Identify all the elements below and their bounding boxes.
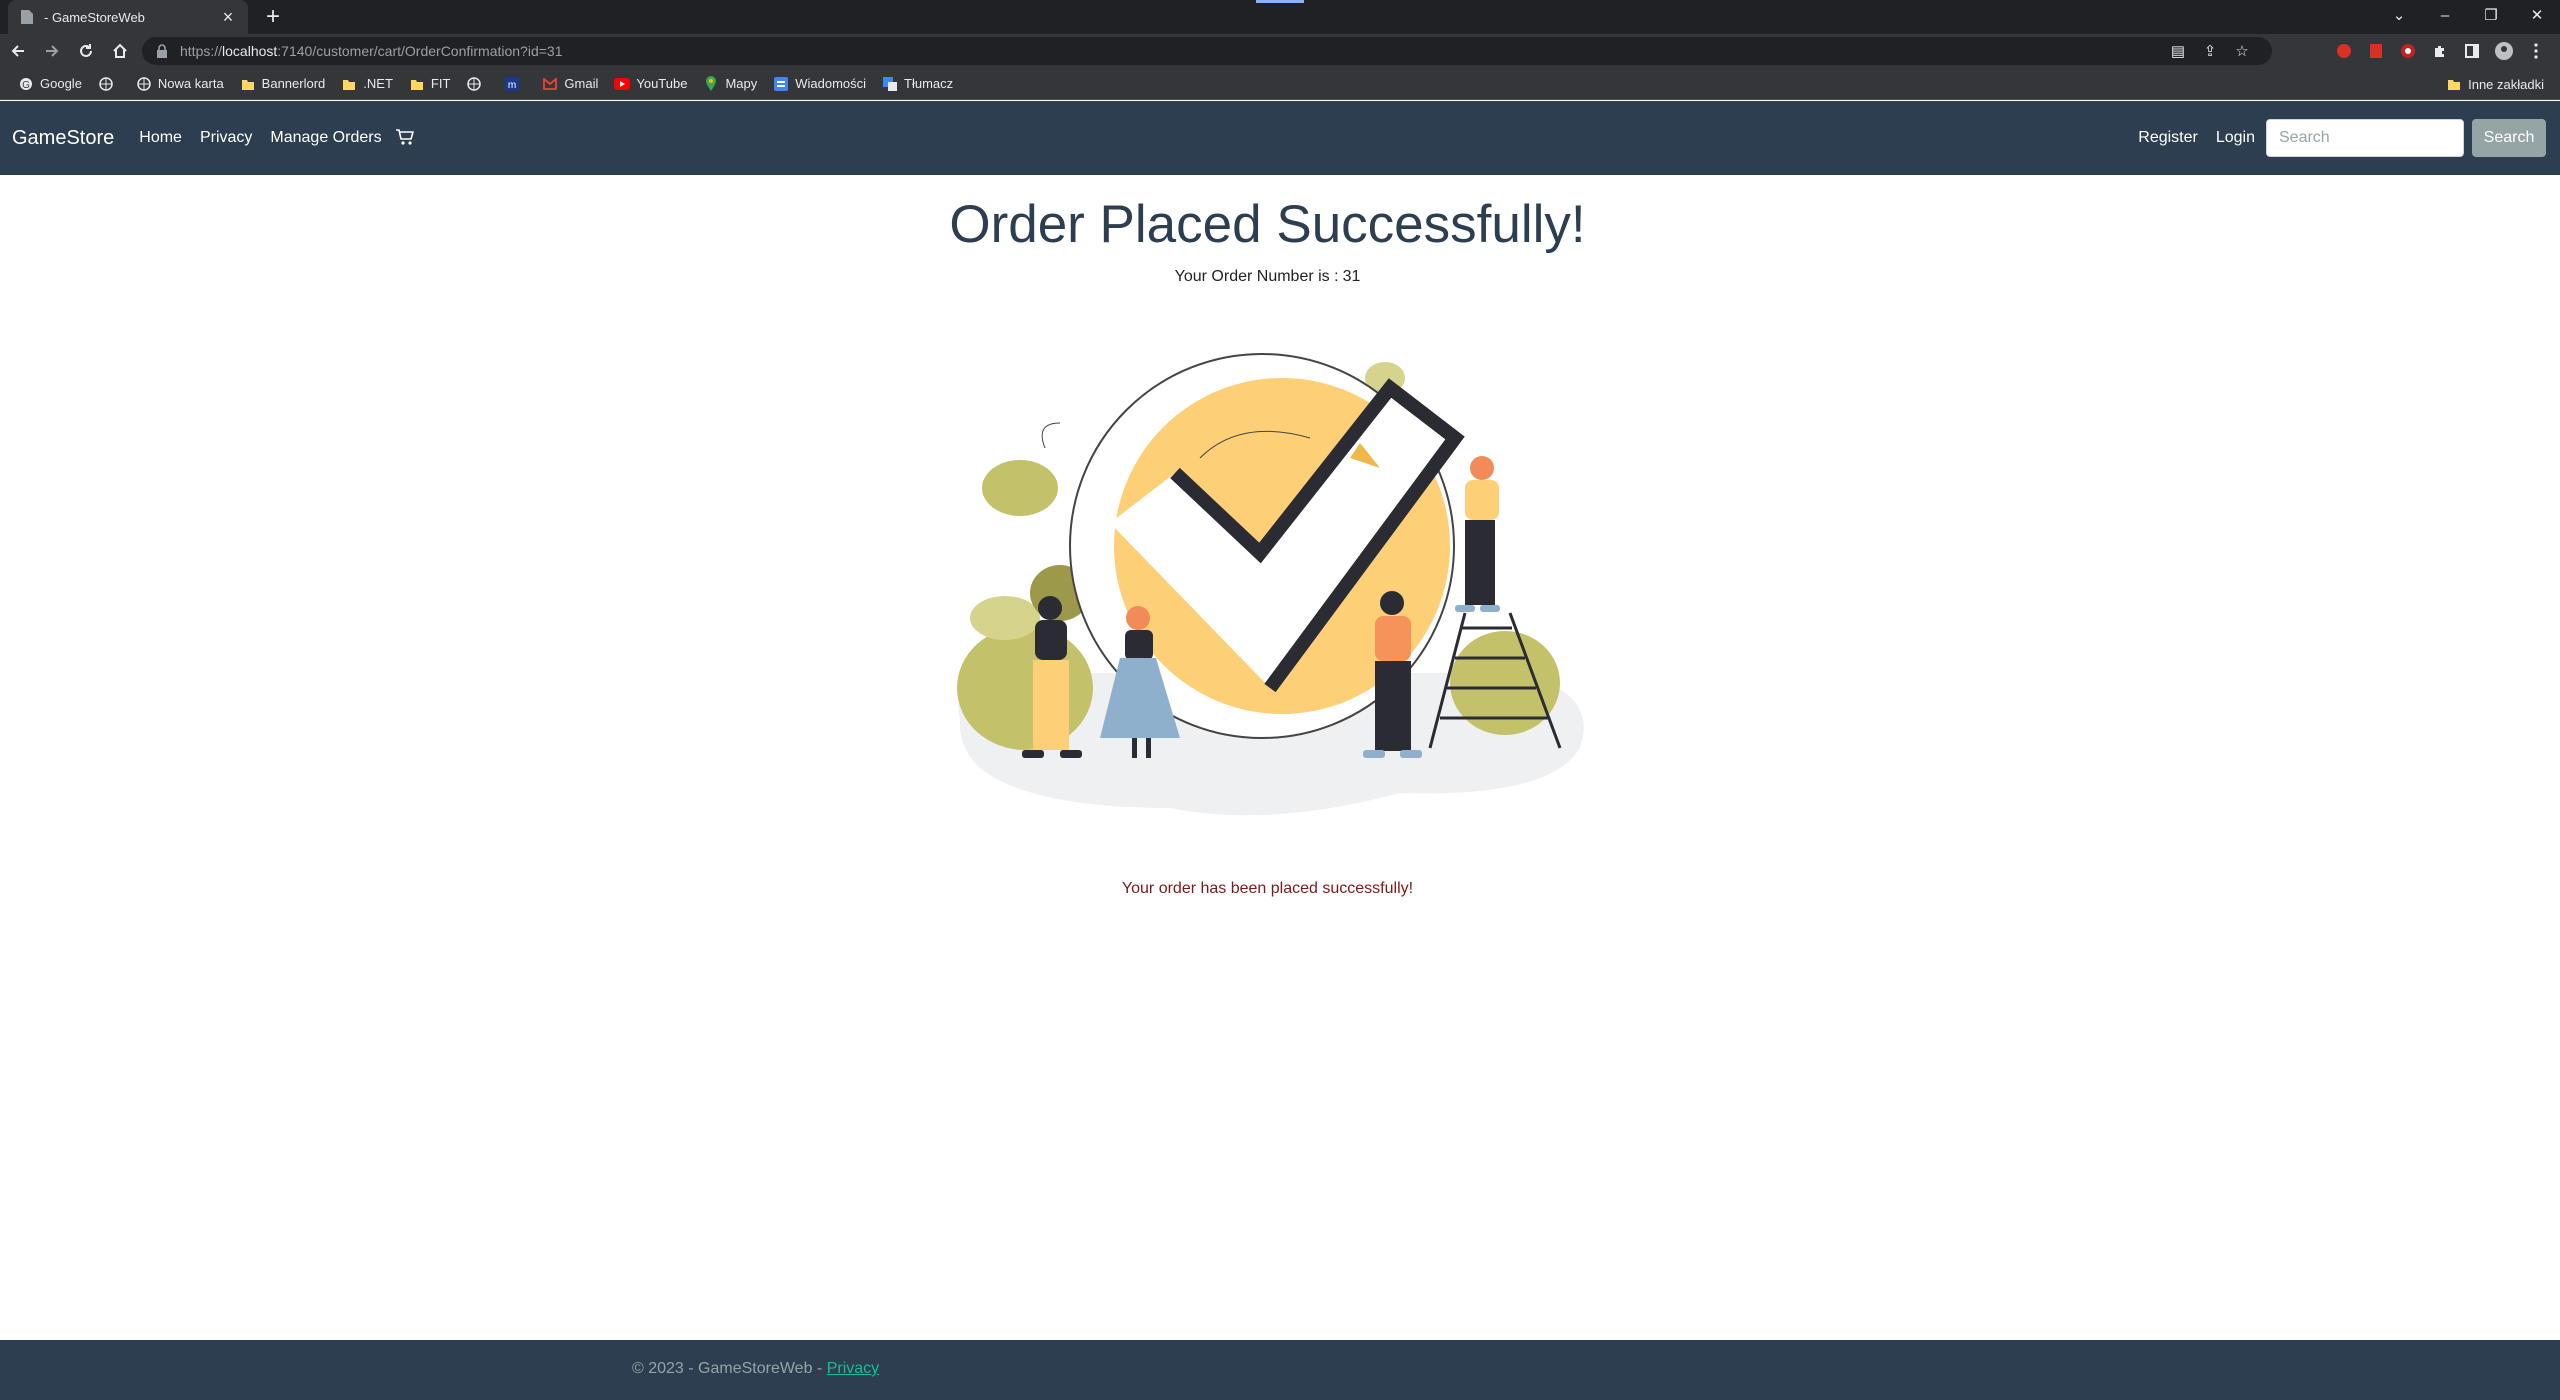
lock-icon[interactable] [156, 44, 170, 58]
tab-search-indicator [1256, 0, 1304, 3]
share-icon[interactable]: ⇪ [2194, 37, 2226, 65]
folder-icon [409, 76, 425, 92]
bookmark-globe-2[interactable] [458, 71, 496, 97]
restore-icon[interactable]: ❐ [2468, 0, 2514, 30]
close-tab-icon[interactable]: × [218, 7, 238, 28]
globe-icon [136, 76, 152, 92]
footer-copyright: © 2023 - GameStoreWeb - [632, 1360, 823, 1377]
order-number-label: Your Order Number is : [1174, 268, 1339, 285]
brand-logo[interactable]: GameStore [12, 127, 114, 150]
bookmark-globe[interactable] [90, 71, 128, 97]
profile-avatar-icon[interactable] [2488, 37, 2520, 65]
back-icon[interactable] [2, 36, 34, 66]
bookmarks-bar: G Google Nowa karta Bannerlord .NET FIT m… [0, 68, 2560, 100]
bookmark-nowa-karta[interactable]: Nowa karta [128, 71, 232, 97]
svg-text:G: G [22, 80, 30, 91]
reload-icon[interactable] [70, 36, 102, 66]
folder-icon [240, 76, 256, 92]
bookmark-wiadomosci[interactable]: Wiadomości [765, 71, 874, 97]
bookmark-gmail[interactable]: Gmail [534, 71, 606, 97]
nav-privacy[interactable]: Privacy [191, 129, 261, 147]
home-icon[interactable] [104, 36, 136, 66]
nav-right: Register Login Search [2129, 101, 2546, 175]
tab-search-icon[interactable]: ⌄ [2376, 0, 2422, 30]
bookmark-bannerlord[interactable]: Bannerlord [232, 71, 334, 97]
tab-title: - GameStoreWeb [44, 9, 145, 25]
gmail-icon [542, 76, 558, 92]
close-window-icon[interactable]: ✕ [2514, 0, 2560, 30]
nav-register[interactable]: Register [2129, 129, 2207, 147]
order-success-illustration [950, 328, 1595, 828]
bookmark-mapy[interactable]: Mapy [695, 71, 765, 97]
nav-login[interactable]: Login [2207, 129, 2264, 147]
url-text: https://localhost:7140/customer/cart/Ord… [180, 43, 563, 59]
news-icon [773, 76, 789, 92]
bookmark-fit[interactable]: FIT [401, 71, 459, 97]
browser-tab-bar: - GameStoreWeb × + ⌄ – ❐ ✕ [0, 0, 2560, 34]
new-tab-icon[interactable]: + [258, 2, 288, 32]
search-button[interactable]: Search [2472, 119, 2546, 157]
maps-pin-icon [703, 75, 719, 92]
extensions-puzzle-icon[interactable] [2424, 37, 2456, 65]
browser-menu-icon[interactable] [2520, 37, 2552, 65]
reader-mode-icon[interactable]: ▤ [2162, 37, 2194, 65]
google-icon: G [18, 76, 34, 92]
bookmark-m-site[interactable]: m [496, 71, 534, 97]
nav-manage-orders[interactable]: Manage Orders [261, 129, 390, 147]
success-message: Your order has been placed successfully! [1121, 880, 1414, 897]
page-title: Order Placed Successfully! [949, 195, 1586, 254]
forward-icon[interactable] [36, 36, 68, 66]
address-bar[interactable]: https://localhost:7140/customer/cart/Ord… [142, 37, 2272, 65]
bookmark-tlumacz[interactable]: Tłumacz [874, 71, 961, 97]
side-panel-icon[interactable] [2456, 37, 2488, 65]
globe-icon [98, 76, 114, 92]
browser-toolbar: https://localhost:7140/customer/cart/Ord… [0, 34, 2560, 68]
bookmark-dotnet[interactable]: .NET [333, 71, 401, 97]
page-icon [18, 8, 36, 26]
svg-text:m: m [508, 80, 516, 91]
order-number-value: 31 [1342, 268, 1361, 285]
browser-tab[interactable]: - GameStoreWeb × [8, 0, 248, 34]
site-footer: © 2023 - GameStoreWeb - Privacy [0, 1340, 2560, 1400]
bookmark-other[interactable]: Inne zakładki [2438, 71, 2552, 97]
extension-red-icon[interactable] [2392, 37, 2424, 65]
bookmark-youtube[interactable]: YouTube [606, 71, 695, 97]
nav-home[interactable]: Home [130, 129, 191, 147]
extensions-area [2328, 37, 2552, 65]
minimize-icon[interactable]: – [2422, 0, 2468, 30]
pdf-extension-icon[interactable] [2360, 37, 2392, 65]
cart-icon[interactable] [395, 127, 417, 149]
footer-text: © 2023 - GameStoreWeb - Privacy [632, 1360, 879, 1378]
folder-icon [341, 76, 357, 92]
youtube-icon [614, 76, 631, 92]
globe-icon [466, 76, 482, 92]
window-controls: ⌄ – ❐ ✕ [2376, 0, 2560, 34]
omnibox-actions: ▤ ⇪ ☆ [2162, 37, 2258, 65]
adblock-extension-icon[interactable] [2328, 37, 2360, 65]
order-number-line: Your Order Number is :31 [0, 268, 2535, 286]
bookmark-star-icon[interactable]: ☆ [2226, 37, 2258, 65]
search-input[interactable] [2266, 119, 2464, 157]
footer-privacy-link[interactable]: Privacy [827, 1360, 879, 1377]
site-navbar: GameStore Home Privacy Manage Orders Reg… [0, 101, 2560, 175]
translate-icon [882, 76, 898, 92]
m-site-icon: m [504, 76, 520, 92]
nav-links: Home Privacy Manage Orders [130, 127, 416, 149]
bookmark-google[interactable]: G Google [10, 71, 90, 97]
folder-icon [2446, 76, 2462, 92]
